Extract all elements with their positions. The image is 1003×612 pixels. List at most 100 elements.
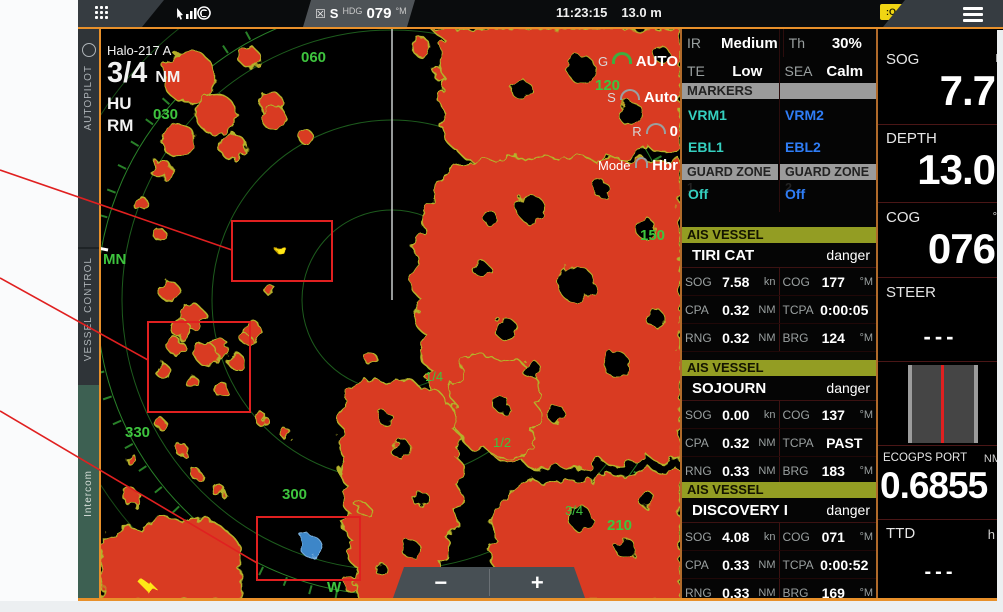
tcpa-value: 0:00:05 bbox=[816, 302, 874, 318]
water-depth-readout: 13.0 m bbox=[621, 5, 661, 20]
apps-grid-icon[interactable] bbox=[95, 6, 110, 21]
cog-label: COG bbox=[783, 530, 816, 544]
brg-value: 124 bbox=[816, 330, 852, 346]
control-bar: AUTOPILOT VESSEL CONTROL Intercom bbox=[78, 29, 99, 601]
target-echo-yellow bbox=[278, 247, 287, 256]
sog-label: SOG bbox=[685, 275, 718, 289]
tcpa-label: TCPA bbox=[783, 303, 816, 317]
sidebar-item-autopilot[interactable]: AUTOPILOT bbox=[78, 37, 99, 247]
heading-indicator[interactable]: ☒ S HDG 079 °M bbox=[303, 0, 415, 27]
sog-gauge-value[interactable]: 7.7 bbox=[940, 67, 995, 115]
gain-arc-icon bbox=[612, 52, 632, 64]
tcpa-label: TCPA bbox=[783, 558, 816, 572]
mode-value: Hbr bbox=[652, 157, 678, 174]
rain-value: 0 bbox=[670, 123, 678, 140]
ais-card-header: AIS VESSEL bbox=[682, 482, 876, 498]
depth-gauge-label: DEPTH bbox=[886, 130, 937, 147]
ecogps-gauge-value[interactable]: 0.6855 bbox=[880, 465, 987, 507]
mfd-screen: ☒ S HDG 079 °M 11:23:15 13.0 m :O: AUTOP… bbox=[78, 0, 1003, 601]
sog-label: SOG bbox=[685, 530, 718, 544]
ebl1-button[interactable]: EBL1 bbox=[682, 139, 779, 155]
gps-signal-icon bbox=[175, 4, 211, 23]
ir-value: Medium bbox=[721, 35, 778, 52]
mode-control[interactable]: Mode Hbr bbox=[598, 155, 678, 175]
magnetic-north-label: MN bbox=[103, 251, 126, 268]
radar-range[interactable]: 3/4 bbox=[107, 57, 147, 89]
cog-label: COG bbox=[783, 408, 816, 422]
guard-zone-2-toggle[interactable]: Off bbox=[779, 186, 876, 202]
cog-value: 137 bbox=[816, 407, 852, 423]
ais-card-header: AIS VESSEL bbox=[682, 227, 876, 243]
bearing-label: 210 bbox=[607, 517, 632, 534]
rudder-position-line bbox=[941, 365, 944, 443]
page-margin bbox=[997, 30, 1003, 612]
cog-value: 177 bbox=[816, 274, 852, 290]
rng-value: 0.33 bbox=[718, 463, 754, 479]
sidebar-item-intercom[interactable]: Intercom bbox=[78, 385, 99, 601]
rudder-indicator[interactable] bbox=[908, 365, 978, 443]
sea-setting[interactable]: SEA Calm bbox=[780, 57, 877, 85]
sog-gauge-label: SOG bbox=[886, 51, 919, 68]
threshold-setting[interactable]: Th 30% bbox=[784, 29, 876, 57]
sog-unit: kn bbox=[754, 531, 776, 543]
gain-key: G bbox=[598, 54, 608, 69]
range-in-button[interactable]: + bbox=[490, 567, 586, 598]
ais-card-header: AIS VESSEL bbox=[682, 360, 876, 376]
sea-value: Calm bbox=[819, 63, 872, 80]
brg-unit: °M bbox=[851, 465, 873, 477]
vessel-name: TIRI CAT bbox=[692, 247, 754, 264]
ais-vessel-card[interactable]: AIS VESSEL TIRI CAT danger SOG7.58kn COG… bbox=[682, 227, 876, 352]
radar-motion-mode: RM bbox=[107, 115, 180, 137]
cpa-value: 0.33 bbox=[718, 557, 754, 573]
rng-label: RNG bbox=[685, 464, 718, 478]
vrm1-button[interactable]: VRM1 bbox=[682, 107, 779, 123]
sea-label: SEA bbox=[785, 63, 819, 79]
rain-key: R bbox=[632, 124, 641, 139]
status-bar: ☒ S HDG 079 °M 11:23:15 13.0 m :O: bbox=[78, 0, 1003, 27]
bearing-label: 330 bbox=[125, 424, 150, 441]
bearing-label: 150 bbox=[640, 227, 665, 244]
tcpa-value: PAST bbox=[816, 435, 874, 451]
radar-ppi[interactable]: 030 060 120 150 210 300 330 MN W 1/4 1/2… bbox=[101, 29, 680, 601]
hamburger-menu-icon[interactable] bbox=[963, 7, 983, 25]
radar-range-unit: NM bbox=[155, 69, 180, 86]
sea-value: Auto bbox=[644, 89, 678, 106]
rain-arc-icon bbox=[646, 123, 666, 134]
rain-control[interactable]: R 0 bbox=[598, 121, 678, 141]
range-zoom-bar: − + bbox=[393, 567, 585, 598]
radar-orientation: HU bbox=[107, 93, 180, 115]
ais-vessel-card[interactable]: AIS VESSEL DISCOVERY I danger SOG4.08kn … bbox=[682, 482, 876, 601]
te-setting[interactable]: TE Low bbox=[682, 57, 780, 85]
brg-value: 183 bbox=[816, 463, 852, 479]
depth-gauge-value[interactable]: 13.0 bbox=[917, 146, 995, 194]
ttd-gauge-value[interactable]: --- bbox=[878, 561, 1003, 584]
divider bbox=[878, 519, 1003, 520]
target-echo-blue bbox=[301, 535, 320, 557]
home-tab[interactable] bbox=[78, 0, 173, 27]
ir-setting[interactable]: IR Medium bbox=[682, 29, 784, 57]
rng-unit: NM bbox=[754, 332, 776, 344]
cog-gauge-value[interactable]: 076 bbox=[928, 225, 995, 273]
vrm2-button[interactable]: VRM2 bbox=[779, 107, 876, 123]
brg-unit: °M bbox=[851, 332, 873, 344]
hdg-label: HDG bbox=[342, 6, 362, 16]
steer-gauge-value[interactable]: --- bbox=[878, 324, 1003, 350]
rng-unit: NM bbox=[754, 587, 776, 599]
radar-settings-panel: IR Medium Th 30% TE Low SEA Calm MARKERS bbox=[682, 29, 876, 601]
ttd-gauge-unit: h bbox=[988, 527, 995, 542]
sidebar-item-vessel-control[interactable]: VESSEL CONTROL bbox=[78, 257, 99, 382]
range-out-button[interactable]: − bbox=[393, 567, 489, 598]
guard-zone-1-toggle[interactable]: Off bbox=[682, 186, 779, 202]
sea-control[interactable]: S Auto bbox=[598, 87, 678, 107]
ais-vessel-card[interactable]: AIS VESSEL SOJOURN danger SOG0.00kn COG1… bbox=[682, 360, 876, 485]
bearing-label: 060 bbox=[301, 49, 326, 66]
ebl2-button[interactable]: EBL2 bbox=[779, 139, 876, 155]
sog-value: 0.00 bbox=[718, 407, 754, 423]
sog-label: SOG bbox=[685, 408, 718, 422]
guard-zone-1-header: GUARD ZONE 1 bbox=[682, 164, 778, 180]
radar-image: 030 060 120 150 210 300 330 MN W 1/4 1/2… bbox=[101, 29, 680, 601]
cpa-unit: NM bbox=[754, 559, 776, 571]
cog-unit: °M bbox=[851, 409, 873, 421]
gain-control[interactable]: G AUTO bbox=[598, 51, 678, 71]
radar-source: Halo-217 A bbox=[107, 43, 180, 58]
